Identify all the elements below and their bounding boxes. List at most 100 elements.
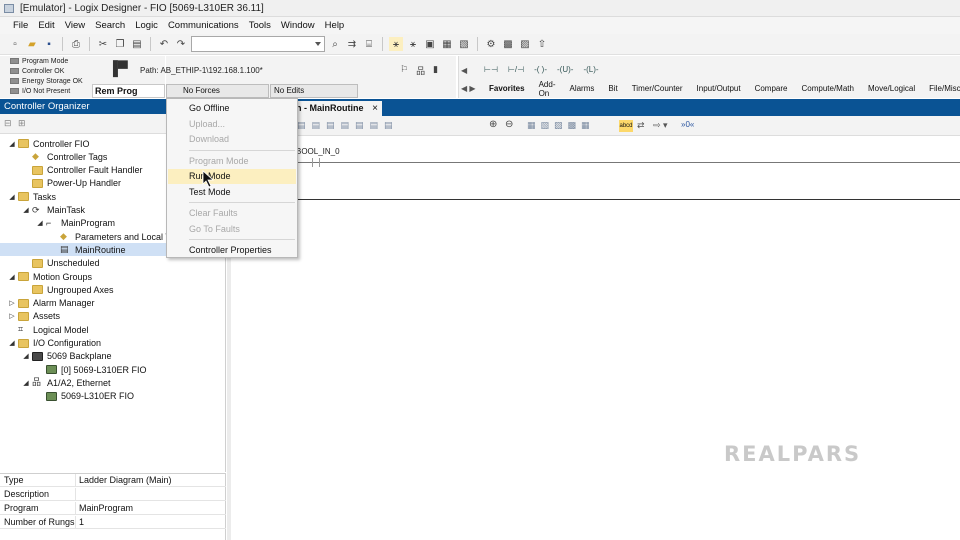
contact-tag-label[interactable]: BOOL_IN_0 bbox=[296, 147, 340, 156]
tab-input-output[interactable]: Input/Output bbox=[690, 84, 748, 93]
browse-icon[interactable]: ⌸ bbox=[362, 37, 376, 51]
navigate-icon[interactable]: ⇨ ▾ bbox=[653, 120, 668, 131]
search-combo[interactable] bbox=[191, 36, 325, 52]
paste-icon[interactable]: ▤ bbox=[130, 37, 144, 51]
print-icon[interactable]: ⎙ bbox=[69, 37, 83, 51]
tab-timer-counter[interactable]: Timer/Counter bbox=[625, 84, 690, 93]
ote-instruction-icon[interactable]: -( )- bbox=[534, 65, 547, 74]
tree-item[interactable]: Ungrouped Axes bbox=[22, 283, 114, 296]
redo-icon[interactable]: ↷ bbox=[174, 37, 188, 51]
open-folder-icon[interactable]: ▰ bbox=[25, 37, 39, 51]
menu-logic[interactable]: Logic bbox=[130, 20, 163, 31]
tree-item[interactable]: ◢ Controller FIO bbox=[8, 137, 89, 150]
tab-compare[interactable]: Compare bbox=[748, 84, 795, 93]
verify-controller-icon[interactable]: ⚹ bbox=[406, 37, 420, 51]
tab-compute-math[interactable]: Compute/Math bbox=[794, 84, 860, 93]
save-icon[interactable]: ▪ bbox=[42, 37, 56, 51]
otu-instruction-icon[interactable]: -(U)- bbox=[557, 65, 573, 74]
menu-item-go-offline[interactable]: Go Offline bbox=[168, 101, 296, 116]
upload-icon[interactable]: ⇧ bbox=[535, 37, 549, 51]
expand-toggle-icon[interactable]: ◢ bbox=[22, 379, 30, 387]
xic-instruction-icon[interactable]: ⊢⊣ bbox=[484, 65, 498, 74]
tab-file-misc[interactable]: File/Misc. bbox=[922, 84, 960, 93]
tree-item[interactable]: ◢ Tasks bbox=[8, 190, 56, 203]
menu-view[interactable]: View bbox=[60, 20, 90, 31]
tab-move-logical[interactable]: Move/Logical bbox=[861, 84, 922, 93]
menu-help[interactable]: Help bbox=[320, 20, 350, 31]
expand-toggle-icon[interactable]: ◢ bbox=[22, 206, 30, 214]
expand-toggle-icon[interactable]: ◢ bbox=[8, 140, 16, 148]
tab-add-on[interactable]: Add-On bbox=[532, 80, 563, 98]
bookmark-icon[interactable]: ⇄ bbox=[637, 120, 645, 131]
expand-toggle-icon[interactable]: ◢ bbox=[8, 339, 16, 347]
online-icon[interactable]: ▨ bbox=[518, 37, 532, 51]
edits-status[interactable]: No Edits bbox=[270, 84, 358, 98]
tree-item[interactable]: ◢ I/O Configuration bbox=[8, 337, 101, 350]
expand-toggle-icon[interactable]: ▷ bbox=[8, 312, 16, 320]
expand-toggle-icon[interactable]: ◢ bbox=[36, 219, 44, 227]
menu-item-run-mode[interactable]: Run Mode bbox=[168, 169, 296, 184]
tree-item[interactable]: ▷ Assets bbox=[8, 310, 60, 323]
tree-item[interactable]: ▷ Alarm Manager bbox=[8, 297, 94, 310]
tree-item[interactable]: ◆ Controller Tags bbox=[22, 150, 107, 163]
edit-tool-icons[interactable]: ▦▧▨▩▦ bbox=[527, 120, 595, 131]
menu-search[interactable]: Search bbox=[90, 20, 130, 31]
tree-item[interactable]: Unscheduled bbox=[22, 257, 100, 270]
new-file-icon[interactable]: ▫ bbox=[8, 37, 22, 51]
cut-icon[interactable]: ✂ bbox=[96, 37, 110, 51]
zoom-out-icon[interactable]: ⊖ bbox=[505, 119, 513, 130]
who-active-icon[interactable]: ⚐ bbox=[400, 64, 408, 77]
copy-icon[interactable]: ❐ bbox=[113, 37, 127, 51]
collapse-all-icon[interactable]: ⊟ bbox=[4, 118, 12, 129]
gear-icon[interactable]: ⚙ bbox=[484, 37, 498, 51]
verify-icon[interactable]: ⚹ bbox=[389, 37, 403, 51]
tab-favorites[interactable]: Favorites bbox=[482, 84, 532, 93]
radix-icon[interactable]: »0« bbox=[681, 120, 694, 129]
module-icon[interactable]: ▩ bbox=[501, 37, 515, 51]
tree-item[interactable]: ⌗ Logical Model bbox=[8, 323, 89, 336]
tree-item[interactable]: Controller Fault Handler bbox=[22, 164, 143, 177]
tree-item[interactable]: ◢ Motion Groups bbox=[8, 270, 92, 283]
tab-alarms[interactable]: Alarms bbox=[562, 84, 601, 93]
otl-instruction-icon[interactable]: -(L)- bbox=[583, 65, 598, 74]
expand-all-icon[interactable]: ⊞ bbox=[18, 118, 26, 129]
tree-item[interactable]: ◢ 5069 Backplane bbox=[22, 350, 111, 363]
tree-item[interactable]: [0] 5069-L310ER FIO bbox=[36, 363, 147, 376]
expand-toggle-icon[interactable]: ◢ bbox=[8, 193, 16, 201]
undo-icon[interactable]: ↶ bbox=[157, 37, 171, 51]
device-icon[interactable]: ▮ bbox=[433, 64, 438, 77]
menu-window[interactable]: Window bbox=[276, 20, 320, 31]
mode-selector[interactable]: Rem Prog bbox=[92, 84, 165, 98]
xic-contact[interactable] bbox=[312, 158, 320, 167]
scroll-left-icon[interactable]: ◀ bbox=[461, 66, 467, 75]
tree-item[interactable]: ◢ 品 A1/A2, Ethernet bbox=[22, 376, 110, 389]
expand-toggle-icon[interactable]: ◢ bbox=[8, 273, 16, 281]
cross-reference-icon[interactable]: ▣ bbox=[423, 37, 437, 51]
close-icon[interactable]: × bbox=[372, 101, 378, 116]
expand-toggle-icon[interactable]: ▷ bbox=[8, 299, 16, 307]
xio-instruction-icon[interactable]: ⊢/⊣ bbox=[508, 65, 524, 74]
tab-scroll-left-icon[interactable]: ◀ ▶ bbox=[461, 84, 476, 93]
menu-item-test-mode[interactable]: Test Mode bbox=[168, 185, 296, 200]
menu-edit[interactable]: Edit bbox=[33, 20, 59, 31]
tree-item[interactable]: ◢ ⌐ MainProgram bbox=[36, 217, 115, 230]
find-icon[interactable]: ⌕ bbox=[328, 37, 342, 51]
menu-item-controller-properties[interactable]: Controller Properties bbox=[168, 243, 296, 258]
watch-icon[interactable]: ▧ bbox=[457, 37, 471, 51]
ladder-editor[interactable] bbox=[231, 136, 960, 540]
ascii-toggle-icon[interactable]: abcd bbox=[619, 120, 633, 132]
network-icon[interactable]: 品 bbox=[416, 64, 425, 77]
tree-item[interactable]: ◢ ⟳ MainTask bbox=[22, 204, 85, 217]
tag-browser-icon[interactable]: ▦ bbox=[440, 37, 454, 51]
menu-tools[interactable]: Tools bbox=[244, 20, 276, 31]
menu-communications[interactable]: Communications bbox=[163, 20, 244, 31]
zoom-in-icon[interactable]: ⊕ bbox=[489, 119, 497, 130]
rung-edit-icons[interactable]: ▤▤▤▤▤▤▤ bbox=[297, 120, 399, 131]
tab-bit[interactable]: Bit bbox=[601, 84, 624, 93]
tab-main-routine[interactable]: n - MainRoutine × bbox=[290, 101, 382, 116]
find-next-icon[interactable]: ⇉ bbox=[345, 37, 359, 51]
rung-0[interactable] bbox=[233, 162, 960, 163]
tree-item[interactable]: ◆ Parameters and Local Tags bbox=[50, 230, 184, 243]
tree-item[interactable]: 5069-L310ER FIO bbox=[36, 390, 134, 403]
forces-status[interactable]: No Forces bbox=[166, 84, 269, 98]
